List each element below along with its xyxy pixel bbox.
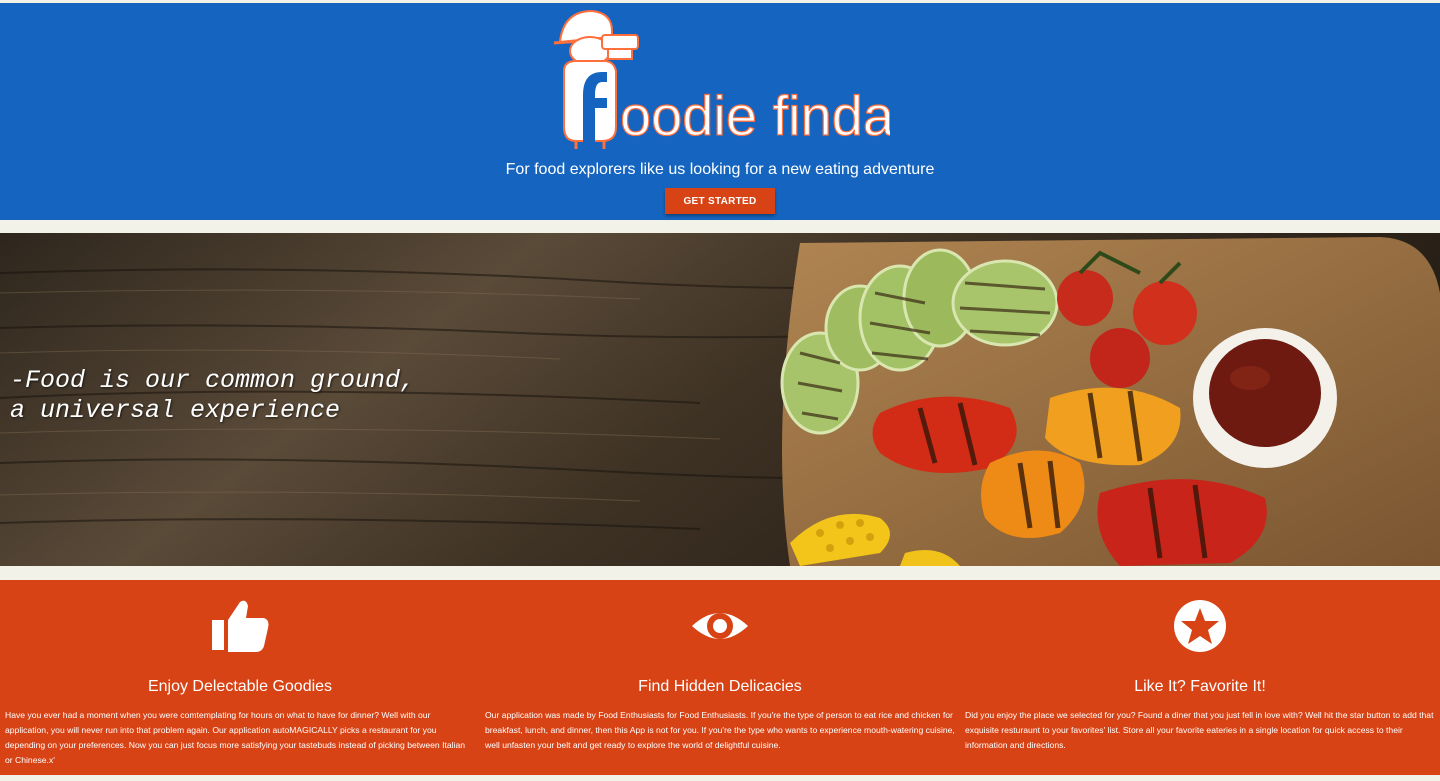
get-started-button[interactable]: GET STARTED xyxy=(665,188,775,214)
hero-quote-line2: a universal experience xyxy=(10,396,341,425)
foodie-finda-logo: oodie finda xyxy=(553,9,890,149)
feature-title: Like It? Favorite It! xyxy=(1134,678,1266,695)
feature-title: Find Hidden Delicacies xyxy=(638,678,802,695)
feature-title: Enjoy Delectable Goodies xyxy=(147,678,333,695)
feature-enjoy-goodies: Enjoy Delectable Goodies Have you ever h… xyxy=(5,580,475,775)
feature-description: Our application was made by Food Enthusi… xyxy=(485,710,955,750)
feature-description: Have you ever had a moment when you were… xyxy=(5,710,466,765)
star-icon xyxy=(1174,600,1226,652)
hero-quote: -Food is our common ground, a universal … xyxy=(10,366,415,426)
eye-icon xyxy=(692,613,748,639)
hero-banner: -Food is our common ground, a universal … xyxy=(0,233,1440,566)
feature-description: Did you enjoy the place we selected for … xyxy=(965,710,1434,750)
header-banner: oodie finda For food explorers like us l… xyxy=(0,3,1440,220)
thumbs-up-icon xyxy=(212,600,269,652)
feature-hidden-delicacies: Find Hidden Delicacies Our application w… xyxy=(485,580,955,775)
hero-quote-line1: -Food is our common ground, xyxy=(10,366,416,395)
logo-wordmark: oodie finda xyxy=(620,84,890,147)
tagline: For food explorers like us looking for a… xyxy=(505,161,935,178)
feature-favorite: Like It? Favorite It! Did you enjoy the … xyxy=(965,580,1435,775)
features-section: Enjoy Delectable Goodies Have you ever h… xyxy=(0,580,1440,775)
